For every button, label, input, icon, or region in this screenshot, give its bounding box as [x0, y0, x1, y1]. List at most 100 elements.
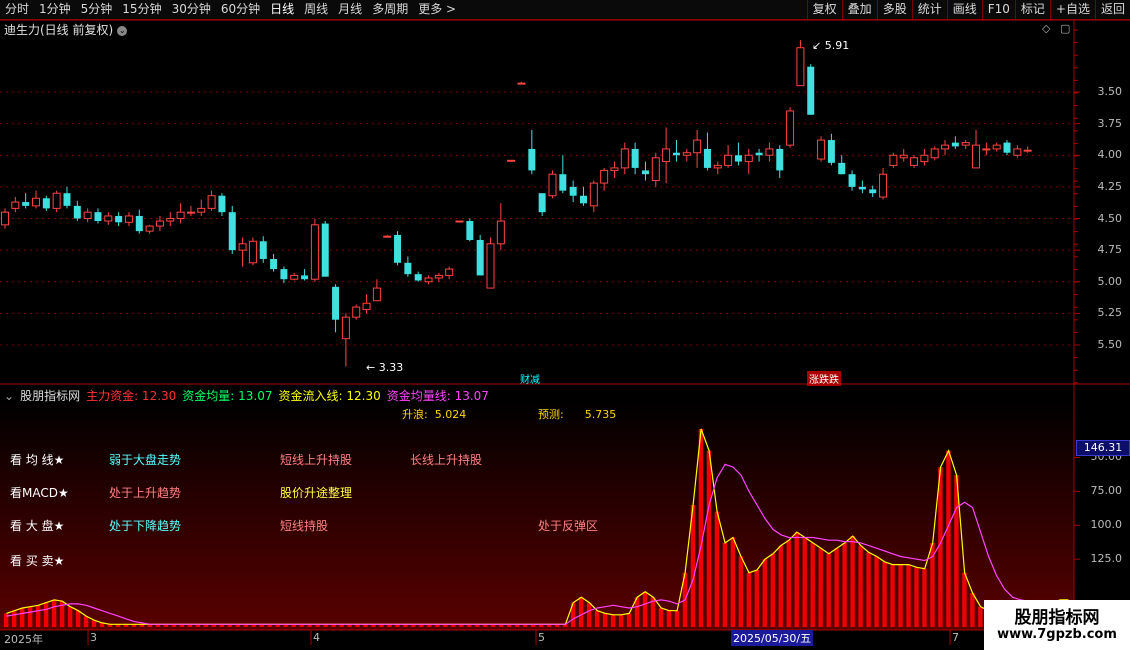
money-bar [874, 556, 879, 627]
main-ytick-label: 4.25 [1097, 179, 1123, 193]
candle-body [301, 275, 309, 280]
indicator-name[interactable]: 股朋指标网 [20, 389, 80, 403]
candle-body [507, 159, 516, 162]
signal-label-7: 看 大 盘★ [10, 519, 65, 533]
candle-body [394, 234, 402, 263]
indicator-title-bar: ⌄ 股朋指标网 主力资金: 12.30 资金均量: 13.07 资金流入线: 12.30… [4, 387, 501, 404]
forecast-label: 预测: 5.735 [538, 408, 617, 421]
ind-ytick-label: 125.0 [1090, 552, 1123, 566]
signal-label-6: 股价升途整理 [280, 486, 353, 500]
money-bar [578, 597, 584, 627]
candle-body [383, 235, 392, 238]
money-bar [970, 593, 975, 627]
candle-body [145, 225, 154, 232]
money-bar [922, 568, 927, 627]
money-bar [930, 542, 935, 627]
money-bar [754, 570, 759, 627]
candle-body [445, 268, 454, 276]
candle-body [992, 144, 1001, 150]
money-bar [786, 540, 791, 627]
indicator-field-3: 资金均量线: 13.07 [386, 389, 489, 403]
candle-body [538, 193, 546, 213]
money-bar [602, 613, 608, 627]
high-marker: ↙ 5.91 [812, 39, 850, 52]
money-bar [762, 559, 767, 627]
candle-body [228, 212, 236, 251]
main-ytick-label: 4.00 [1097, 148, 1123, 162]
money-bar [642, 591, 648, 627]
candle-body [176, 211, 185, 220]
candle-body [951, 142, 959, 147]
event-label-2[interactable]: 涨跌跌 [807, 371, 841, 386]
candle-body [879, 173, 888, 198]
candle-body [290, 274, 299, 280]
candle-body [83, 211, 92, 220]
money-bar [914, 567, 919, 627]
candle-body [838, 162, 846, 175]
collapse-icon[interactable]: ⌄ [4, 389, 14, 403]
candle-body [414, 274, 422, 281]
diamond-icon[interactable]: ◇ [1042, 22, 1050, 35]
money-bar [978, 606, 983, 627]
candle-body [930, 148, 939, 159]
year-label: 2025年 [4, 633, 43, 646]
money-bar [858, 545, 863, 627]
candle-body [559, 174, 567, 191]
money-bar [866, 552, 871, 627]
signal-label-1: 弱于大盘走势 [109, 453, 182, 467]
candle-body [703, 148, 711, 168]
candle-body [961, 142, 970, 146]
candle-body [610, 167, 619, 171]
candle-body [73, 205, 81, 219]
candle-body [362, 302, 371, 311]
signal-label-4: 看MACD★ [10, 486, 69, 500]
indicator-field-2: 资金流入线: 12.30 [278, 389, 381, 403]
candle-body [11, 201, 20, 209]
candle-body [776, 148, 784, 171]
money-bar [594, 610, 600, 627]
signal-label-8: 处于下降趋势 [109, 519, 182, 533]
candle-body [1023, 149, 1032, 152]
month-label: 5 [538, 631, 545, 644]
event-label-1[interactable]: 财减 [518, 371, 542, 386]
signal-label-5: 处于上升趋势 [109, 486, 182, 500]
month-label: 4 [313, 631, 320, 644]
candle-body [1, 211, 9, 226]
money-bar [658, 608, 664, 627]
candle-body [899, 154, 908, 159]
watermark-line1: 股朋指标网 [1014, 608, 1100, 628]
month-label: 3 [90, 631, 97, 644]
candle-body [52, 192, 61, 209]
candle-body [982, 148, 991, 151]
candle-body [310, 224, 319, 280]
candle-body [889, 154, 898, 166]
candle-body [869, 189, 877, 194]
candle-body [63, 193, 71, 206]
candle-body [724, 154, 733, 166]
money-bar [746, 572, 752, 627]
candle-body [1003, 142, 1011, 153]
candle-body [807, 66, 815, 115]
low-marker: ← 3.33 [366, 361, 404, 374]
candle-body [115, 215, 123, 223]
selected-date: 2025/05/30/五 [731, 630, 814, 646]
indicator-field-0: 主力资金: 12.30 [86, 389, 177, 403]
money-bar [778, 545, 783, 627]
candle-body [22, 202, 30, 206]
candle-body [765, 148, 774, 156]
candle-body [372, 287, 381, 302]
money-bar [674, 610, 680, 627]
candle-body [744, 154, 753, 163]
candle-body [734, 155, 742, 162]
signal-label-3: 长线上升持股 [410, 453, 483, 467]
money-bar [43, 602, 49, 627]
money-bar [706, 450, 712, 627]
money-bar [906, 564, 911, 627]
window-icon[interactable]: ▢ [1060, 22, 1070, 35]
money-bar [810, 542, 815, 627]
candle-body [321, 223, 329, 277]
candle-body [31, 197, 40, 207]
candle-body [786, 110, 795, 146]
money-bar [11, 610, 17, 627]
candle-body [238, 243, 247, 251]
